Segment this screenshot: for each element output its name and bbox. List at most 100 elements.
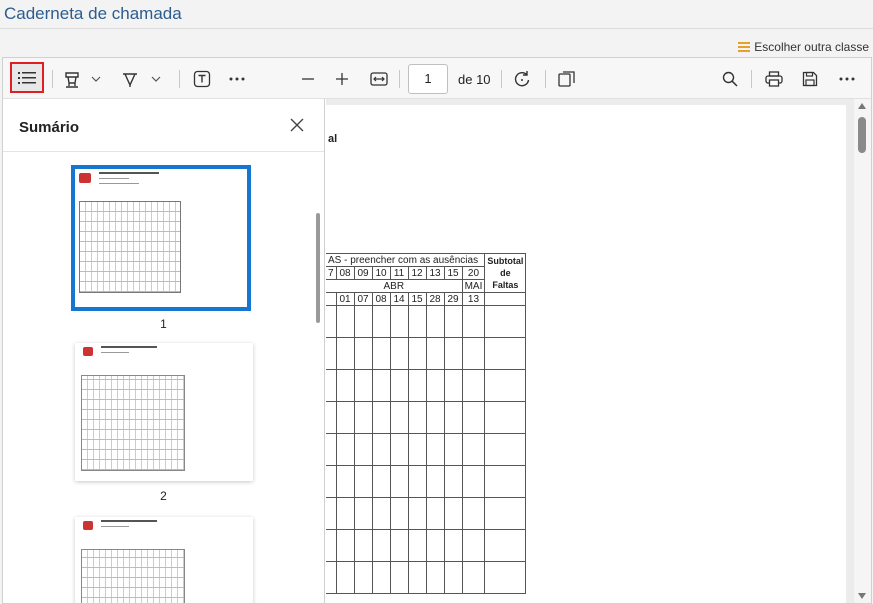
day-header: 15 <box>407 292 427 306</box>
attendance-cell <box>425 497 445 530</box>
scroll-up-arrow-icon[interactable] <box>858 103 866 109</box>
day-header: 13 <box>425 266 445 280</box>
attendance-cell <box>443 433 463 466</box>
print-button[interactable] <box>763 67 785 91</box>
attendance-cell <box>335 497 355 530</box>
table-of-contents-icon <box>18 71 36 84</box>
school-logo-icon <box>83 347 93 356</box>
school-logo-icon <box>79 173 91 183</box>
attendance-cell <box>326 401 337 434</box>
scroll-down-arrow-icon[interactable] <box>858 593 866 599</box>
toolbar-separator <box>179 70 180 88</box>
page-number-input[interactable]: 1 <box>408 64 448 94</box>
fit-width-icon <box>370 72 388 86</box>
table-row <box>326 433 527 466</box>
attendance-cell <box>425 465 445 498</box>
more-tools-button[interactable] <box>225 67 249 91</box>
fit-width-button[interactable] <box>367 67 391 91</box>
draw-dropdown[interactable] <box>149 67 163 91</box>
attendance-cell <box>407 433 427 466</box>
choose-class-link[interactable]: Escolher outra classe <box>738 40 869 54</box>
table-row <box>326 465 527 498</box>
attendance-cell <box>407 401 427 434</box>
attendance-cell <box>353 305 373 338</box>
settings-more-button[interactable] <box>835 67 859 91</box>
table-row <box>326 497 527 530</box>
zoom-out-button[interactable] <box>297 67 319 91</box>
attendance-cell <box>353 433 373 466</box>
table-row <box>326 561 527 594</box>
day-header: 13 <box>461 292 486 306</box>
day-header: 08 <box>371 292 391 306</box>
toolbar-separator <box>545 70 546 88</box>
thumb-table <box>81 549 185 603</box>
day-header: 28 <box>425 292 445 306</box>
attendance-cell <box>353 465 373 498</box>
close-sidebar-button[interactable] <box>289 117 305 133</box>
table-of-contents-button[interactable] <box>10 62 44 93</box>
attendance-cell <box>484 465 527 498</box>
sidebar-title: Sumário <box>19 119 80 136</box>
absence-header: AS - preencher com as ausências <box>326 253 486 267</box>
highlight-button[interactable] <box>61 67 83 91</box>
page-thumbnail-1[interactable] <box>71 165 251 311</box>
attendance-cell <box>484 401 527 434</box>
attendance-cell <box>335 369 355 402</box>
attendance-cell <box>389 337 409 370</box>
attendance-cell <box>461 529 486 562</box>
attendance-cell <box>371 369 391 402</box>
add-text-button[interactable] <box>191 67 213 91</box>
attendance-cell <box>443 529 463 562</box>
attendance-cell <box>371 561 391 594</box>
draw-button[interactable] <box>119 67 141 91</box>
attendance-cell <box>389 369 409 402</box>
attendance-cell <box>326 465 337 498</box>
zoom-in-button[interactable] <box>331 67 353 91</box>
title-bar: Caderneta de chamada <box>0 0 873 29</box>
toc-sidebar: Sumário 1 2 <box>3 99 325 603</box>
attendance-cell <box>461 305 486 338</box>
search-button[interactable] <box>719 67 741 91</box>
attendance-cell <box>326 305 337 338</box>
day-header: 7 <box>326 266 337 280</box>
table-row: AS - preencher com as ausências Subtotal … <box>326 253 527 293</box>
highlight-dropdown[interactable] <box>89 67 103 91</box>
page-thumbnail-3[interactable] <box>75 517 253 603</box>
thumb-text-line <box>101 352 129 353</box>
attendance-cell <box>407 305 427 338</box>
attendance-cell <box>335 337 355 370</box>
attendance-cell <box>371 337 391 370</box>
attendance-cell <box>335 401 355 434</box>
document-scrollbar[interactable] <box>854 99 871 603</box>
attendance-cell <box>389 465 409 498</box>
attendance-cell <box>353 401 373 434</box>
scroll-thumb[interactable] <box>858 117 866 153</box>
pdf-viewer: 1 de 10 Sumário 1 2 al AS - preencher co… <box>2 57 872 604</box>
close-icon <box>290 118 304 132</box>
minus-icon <box>302 78 314 80</box>
attendance-cell <box>461 497 486 530</box>
page-count-label: de 10 <box>458 72 491 87</box>
day-header: 07 <box>353 292 373 306</box>
attendance-cell <box>425 529 445 562</box>
thumbnail-list: 1 2 <box>3 153 324 603</box>
table-row <box>326 337 527 370</box>
attendance-cell <box>407 337 427 370</box>
attendance-cell <box>389 561 409 594</box>
attendance-cell <box>425 337 445 370</box>
rotate-button[interactable] <box>511 67 533 91</box>
month-header: ABR <box>326 279 463 293</box>
toolbar-separator <box>751 70 752 88</box>
sidebar-scrollbar[interactable] <box>316 213 320 323</box>
choose-class-label: Escolher outra classe <box>754 40 869 54</box>
attendance-cell <box>443 369 463 402</box>
page-view-button[interactable] <box>555 67 579 91</box>
attendance-cell <box>371 465 391 498</box>
viewer-toolbar: 1 de 10 <box>3 58 871 99</box>
page-heading-fragment: al <box>328 133 338 145</box>
page-thumbnail-2[interactable] <box>75 343 253 481</box>
save-button[interactable] <box>799 67 821 91</box>
attendance-cell <box>326 529 337 562</box>
thumb-table <box>79 201 181 293</box>
day-header: 10 <box>371 266 391 280</box>
